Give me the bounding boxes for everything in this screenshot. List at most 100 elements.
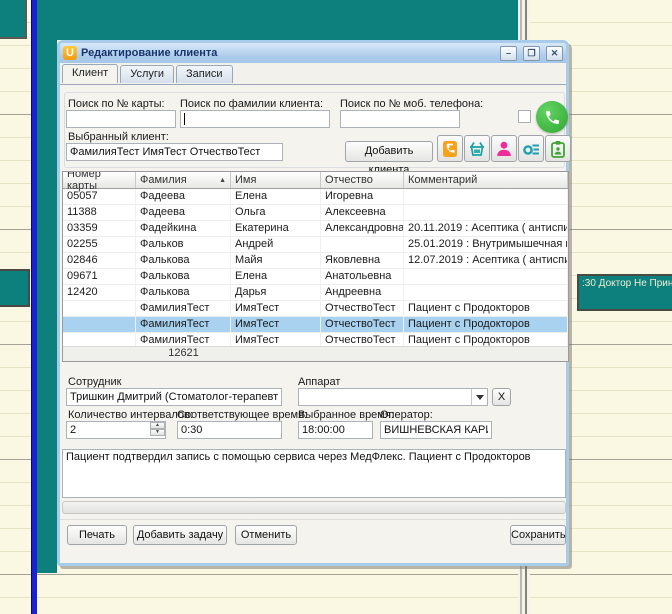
table-cell: 25.01.2019 : Внутримышечная ин — [404, 237, 568, 252]
sort-asc-icon: ▲ — [219, 177, 226, 184]
stepper-up-button[interactable]: ▲ — [150, 422, 165, 429]
tab-1[interactable]: Клиент — [62, 64, 118, 83]
clipboard-icon — [549, 140, 567, 158]
table-cell: 02846 — [63, 253, 136, 268]
minimize-button[interactable]: – — [500, 46, 517, 61]
table-row[interactable]: 12420ФальковаДарьяАндреевна — [63, 285, 568, 301]
column-header[interactable]: Отчество — [321, 172, 404, 188]
table-cell: Андрей — [231, 237, 321, 252]
appointment-block[interactable]: :30 Доктор Не Прин — [577, 274, 672, 311]
operator-label: Оператор: — [380, 409, 433, 421]
divider — [60, 519, 566, 520]
device-label: Аппарат — [298, 376, 340, 388]
table-row[interactable]: 02255ФальковАндрей 25.01.2019 : Внутримыш… — [63, 237, 568, 253]
surname-search-label: Поиск по фамилии клиента: — [180, 98, 323, 110]
table-cell — [63, 301, 136, 316]
selected-client-input[interactable] — [66, 143, 283, 161]
table-cell: Александровна — [321, 221, 404, 236]
table-cell — [404, 285, 568, 300]
dialog-title: Редактирование клиента — [81, 47, 494, 59]
phone-search-label: Поиск по № моб. телефона: — [340, 98, 483, 110]
tab-2[interactable]: Услуги — [120, 65, 174, 83]
person-icon — [495, 140, 513, 158]
table-cell — [404, 205, 568, 220]
dialog-titlebar[interactable]: U Редактирование клиента – ❐ ✕ — [60, 43, 566, 63]
table-row[interactable]: 03359ФадейкинаЕкатеринаАлександровна20.1… — [63, 221, 568, 237]
column-header[interactable]: Комментарий — [404, 172, 568, 188]
table-cell: Ольга — [231, 205, 321, 220]
table-row[interactable]: 02846ФальковаМайяЯковлевна12.07.2019 : А… — [63, 253, 568, 269]
table-row[interactable]: 05057ФадееваЕленаИгоревна — [63, 189, 568, 205]
duration-input[interactable] — [177, 421, 282, 439]
table-cell: ОтчествоТест — [321, 317, 404, 332]
close-button[interactable]: ✕ — [546, 46, 563, 61]
table-cell — [321, 237, 404, 252]
table-row[interactable]: ФамилияТестИмяТестОтчествоТестПациент с … — [63, 301, 568, 317]
selected-client-label: Выбранный клиент: — [68, 131, 169, 143]
table-cell: Елена — [231, 269, 321, 284]
comment-textarea[interactable]: Пациент подтвердил запись с помощью серв… — [62, 449, 566, 498]
table-cell: Фадеева — [136, 189, 231, 204]
table-cell: 09671 — [63, 269, 136, 284]
operator-input[interactable] — [380, 421, 492, 439]
device-clear-button[interactable]: X — [492, 388, 511, 406]
table-cell: ФамилияТест — [136, 317, 231, 332]
appointment-block[interactable] — [0, 269, 30, 307]
combo-dropdown-button[interactable] — [471, 389, 487, 405]
add-task-button[interactable]: Добавить задачу — [133, 525, 227, 545]
duration-label: Соответствующее время: — [177, 409, 307, 421]
employee-label: Сотрудник — [68, 376, 121, 388]
payments-button[interactable] — [518, 135, 544, 162]
table-cell: ФамилияТест — [136, 301, 231, 316]
card-search-label: Поиск по № карты: — [68, 98, 165, 110]
client-card-button[interactable] — [491, 135, 517, 162]
app-icon: U — [63, 46, 77, 60]
table-cell: 20.11.2019 : Асептика ( антиспи — [404, 221, 568, 236]
column-header[interactable]: Имя — [231, 172, 321, 188]
table-row[interactable]: 11388ФадееваОльгаАлексеевна — [63, 205, 568, 221]
cancel-button[interactable]: Отменить — [235, 525, 297, 545]
phonebook-button[interactable] — [437, 135, 463, 162]
stepper-down-button[interactable]: ▼ — [150, 429, 165, 436]
table-cell: 11388 — [63, 205, 136, 220]
table-cell: Андреевна — [321, 285, 404, 300]
edit-client-dialog: U Редактирование клиента – ❐ ✕ КлиентУсл… — [57, 40, 569, 566]
basket-icon — [468, 140, 486, 158]
save-button[interactable]: Сохранить — [510, 525, 566, 545]
table-cell: Алексеевна — [321, 205, 404, 220]
table-cell: ОтчествоТест — [321, 301, 404, 316]
table-cell: Фалькова — [136, 269, 231, 284]
table-cell: 02255 — [63, 237, 136, 252]
table-cell: Фадейкина — [136, 221, 231, 236]
services-basket-button[interactable] — [464, 135, 490, 162]
tab-3[interactable]: Записи — [176, 65, 233, 83]
table-cell: Фалькова — [136, 285, 231, 300]
card-search-input[interactable] — [66, 110, 176, 128]
employee-input[interactable] — [66, 388, 282, 406]
client-table: Номер картыФамилия▲ИмяОтчествоКомментари… — [62, 171, 569, 362]
table-cell: Дарья — [231, 285, 321, 300]
table-row[interactable]: 09671ФальковаЕленаАнатольевна — [63, 269, 568, 285]
device-combobox[interactable] — [298, 388, 488, 406]
surname-search-input[interactable] — [180, 110, 330, 128]
table-cell: Фалькова — [136, 253, 231, 268]
time-input[interactable] — [298, 421, 373, 439]
maximize-button[interactable]: ❐ — [523, 46, 540, 61]
column-header[interactable]: Фамилия▲ — [136, 172, 231, 188]
table-cell: Фальков — [136, 237, 231, 252]
schedule-header-bar — [37, 0, 518, 40]
add-client-button[interactable]: Добавить клиента — [345, 141, 433, 162]
schedule-corner-block — [0, 0, 27, 39]
call-checkbox[interactable] — [518, 110, 531, 123]
print-button[interactable]: Печать — [67, 525, 127, 545]
table-row[interactable]: ФамилияТестИмяТестОтчествоТестПациент с … — [63, 317, 568, 333]
table-cell: Фадеева — [136, 205, 231, 220]
record-card-button[interactable] — [545, 135, 571, 162]
call-button[interactable] — [536, 101, 568, 133]
phone-search-input[interactable] — [340, 110, 460, 128]
table-cell: Елена — [231, 189, 321, 204]
column-header[interactable]: Номер карты — [63, 172, 136, 188]
table-cell: Анатольевна — [321, 269, 404, 284]
table-cell: 05057 — [63, 189, 136, 204]
table-cell: Игоревна — [321, 189, 404, 204]
